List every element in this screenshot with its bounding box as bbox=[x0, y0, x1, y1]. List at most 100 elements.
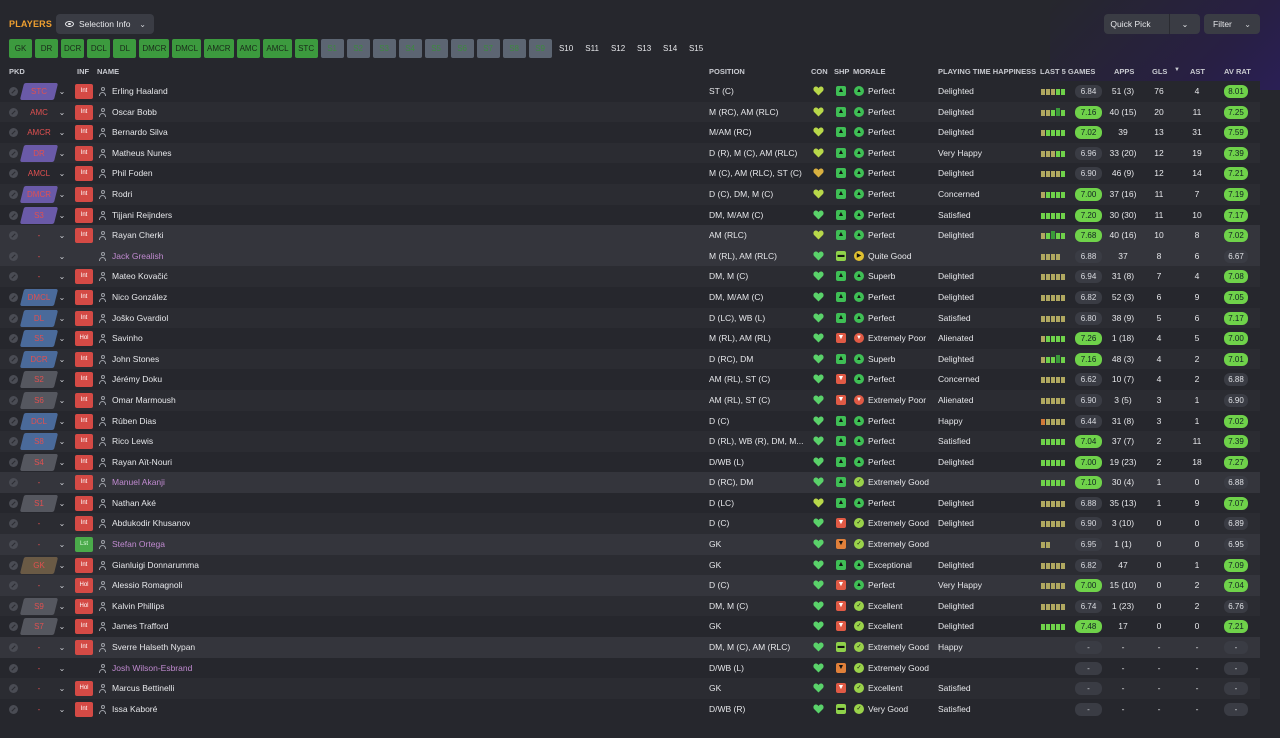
pick-check-icon[interactable] bbox=[9, 128, 18, 138]
position-tab-s14[interactable]: S14 bbox=[659, 39, 682, 58]
chevron-down-icon[interactable]: ⌄ bbox=[57, 433, 67, 450]
table-row[interactable]: S4 ⌄ Int Rayan Aït-Nouri D/WB (L) ▲ ▲ Perfect De… bbox=[0, 451, 1260, 473]
info-badge[interactable]: Int bbox=[75, 310, 93, 326]
table-row[interactable]: - ⌄ Int Issa Kaboré D/WB (R) ▬ ✓ Very Good Satis… bbox=[0, 698, 1260, 720]
pick-check-icon[interactable] bbox=[9, 457, 18, 467]
pick-check-icon[interactable] bbox=[9, 251, 18, 261]
position-picker[interactable]: - ⌄ bbox=[22, 515, 68, 532]
table-row[interactable]: DMCL ⌄ Int Nico González DM, M/AM (C) ▲ ▲ Perfe… bbox=[0, 286, 1260, 308]
pick-check-icon[interactable] bbox=[9, 292, 18, 302]
player-name[interactable]: John Stones bbox=[112, 349, 159, 370]
position-picker[interactable]: DMCR ⌄ bbox=[19, 185, 68, 203]
pick-check-icon[interactable] bbox=[9, 684, 18, 694]
info-badge[interactable]: Int bbox=[75, 619, 93, 635]
info-badge[interactable]: Int bbox=[75, 475, 93, 491]
chevron-down-icon[interactable]: ⌄ bbox=[57, 474, 67, 491]
col-apps[interactable]: APPS bbox=[1114, 67, 1134, 76]
chevron-down-icon[interactable]: ⌄ bbox=[57, 515, 67, 532]
selection-info-button[interactable]: Selection Info ⌄ bbox=[56, 14, 154, 34]
col-inf[interactable]: INF bbox=[77, 67, 89, 76]
chevron-down-icon[interactable]: ⌄ bbox=[57, 289, 67, 306]
table-row[interactable]: - ⌄ Hol Marcus Bettinelli GK ▼ ✓ Excellent Satis… bbox=[0, 678, 1260, 699]
position-tab-dmcr[interactable]: DMCR bbox=[139, 39, 170, 58]
col-gls[interactable]: GLS bbox=[1152, 67, 1167, 76]
pick-check-icon[interactable] bbox=[9, 169, 18, 179]
table-row[interactable]: STC ⌄ Int Erling Haaland ST (C) ▲ ▲ Perfect Deli… bbox=[0, 81, 1260, 102]
player-name[interactable]: Rayan Aït-Nouri bbox=[112, 452, 172, 473]
info-badge[interactable]: Int bbox=[75, 392, 93, 408]
table-row[interactable]: - ⌄ Josh Wilson-Esbrand D/WB (L) ▼ ✓ Extremely… bbox=[0, 657, 1260, 679]
position-tab-s11[interactable]: S11 bbox=[581, 39, 604, 58]
position-tab-dr[interactable]: DR bbox=[35, 39, 58, 58]
chevron-down-icon[interactable]: ⌄ bbox=[57, 186, 67, 203]
info-badge[interactable]: Int bbox=[75, 289, 93, 305]
info-badge[interactable]: Int bbox=[75, 640, 93, 656]
info-badge[interactable]: Int bbox=[75, 372, 93, 388]
position-tab-s13[interactable]: S13 bbox=[633, 39, 656, 58]
table-row[interactable]: - ⌄ Int Sverre Halseth Nypan DM, M (C), AM (… bbox=[0, 637, 1260, 658]
pick-check-icon[interactable] bbox=[9, 148, 18, 158]
player-name[interactable]: Omar Marmoush bbox=[112, 390, 176, 411]
player-name[interactable]: Alessio Romagnoli bbox=[112, 575, 182, 596]
position-picker[interactable]: S9 ⌄ bbox=[19, 597, 68, 615]
pick-check-icon[interactable] bbox=[9, 704, 18, 714]
info-badge[interactable]: Int bbox=[75, 269, 93, 285]
table-row[interactable]: AMCL ⌄ Int Phil Foden M (C), AM (RLC), ST (C… bbox=[0, 163, 1260, 184]
table-row[interactable]: AMCR ⌄ Int Bernardo Silva M/AM (RC) ▲ ▲ Perfect… bbox=[0, 122, 1260, 143]
player-name[interactable]: Kalvin Phillips bbox=[112, 596, 164, 617]
col-position[interactable]: POSITION bbox=[709, 67, 745, 76]
info-badge[interactable]: Int bbox=[75, 104, 93, 120]
info-badge[interactable]: Int bbox=[75, 186, 93, 202]
position-picker[interactable]: DL ⌄ bbox=[19, 309, 68, 327]
chevron-down-icon[interactable]: ⌄ bbox=[57, 165, 67, 182]
info-badge[interactable]: Hol bbox=[75, 598, 93, 614]
chevron-down-icon[interactable]: ⌄ bbox=[57, 392, 67, 409]
position-picker[interactable]: DCL ⌄ bbox=[19, 412, 68, 430]
table-row[interactable]: DCR ⌄ Int John Stones D (RC), DM ▲ ▲ Superb Deli… bbox=[0, 348, 1260, 370]
info-badge[interactable]: Int bbox=[75, 413, 93, 429]
table-row[interactable]: DL ⌄ Int Joško Gvardiol D (LC), WB (L) ▲ ▲ Perf… bbox=[0, 307, 1260, 329]
table-row[interactable]: - ⌄ Int Abdukodir Khusanov D (C) ▼ ✓ Extremely … bbox=[0, 513, 1260, 535]
player-name[interactable]: Sverre Halseth Nypan bbox=[112, 637, 195, 658]
chevron-down-icon[interactable]: ⌄ bbox=[57, 248, 67, 265]
filter-button[interactable]: Filter ⌄ bbox=[1204, 14, 1260, 34]
player-name[interactable]: Manuel Akanji bbox=[112, 472, 165, 493]
player-name[interactable]: Bernardo Silva bbox=[112, 122, 168, 143]
chevron-down-icon[interactable]: ⌄ bbox=[57, 618, 67, 635]
position-tab-stc[interactable]: STC bbox=[294, 39, 318, 58]
player-name[interactable]: Issa Kaboré bbox=[112, 699, 157, 720]
position-tab-amcl[interactable]: AMCL bbox=[263, 39, 292, 58]
table-row[interactable]: S1 ⌄ Int Nathan Aké D (LC) ▲ ▲ Perfect Delighted… bbox=[0, 492, 1260, 514]
chevron-down-icon[interactable]: ⌄ bbox=[57, 310, 67, 327]
chevron-down-icon[interactable]: ⌄ bbox=[57, 413, 67, 430]
position-tab-amcr[interactable]: AMCR bbox=[204, 39, 234, 58]
position-picker[interactable]: S4 ⌄ bbox=[19, 453, 68, 471]
info-badge[interactable]: Int bbox=[75, 84, 93, 99]
chevron-down-icon[interactable]: ⌄ bbox=[57, 598, 67, 615]
position-picker[interactable]: - ⌄ bbox=[22, 227, 68, 244]
position-picker[interactable]: - ⌄ bbox=[22, 577, 68, 594]
table-row[interactable]: S5 ⌄ Hol Savinho M (RL), AM (RL) ▼ ▼ Extremely … bbox=[0, 328, 1260, 349]
player-name[interactable]: Abdukodir Khusanov bbox=[112, 513, 190, 534]
player-name[interactable]: Nico González bbox=[112, 287, 167, 308]
position-tab-s9[interactable]: S9 bbox=[528, 39, 552, 58]
player-name[interactable]: Rúben Dias bbox=[112, 411, 156, 432]
table-row[interactable]: S7 ⌄ Int James Trafford GK ▼ ✓ Excellent Delight… bbox=[0, 616, 1260, 638]
info-badge[interactable]: Int bbox=[75, 228, 93, 244]
table-row[interactable]: S2 ⌄ Int Jérémy Doku AM (RL), ST (C) ▼ ▲ Perfec… bbox=[0, 369, 1260, 390]
player-name[interactable]: Mateo Kovačić bbox=[112, 266, 168, 287]
position-picker[interactable]: S6 ⌄ bbox=[19, 391, 68, 409]
info-badge[interactable]: Int bbox=[75, 516, 93, 532]
info-badge[interactable]: Int bbox=[75, 557, 93, 573]
info-badge[interactable]: Hol bbox=[75, 578, 93, 594]
player-name[interactable]: Savinho bbox=[112, 328, 143, 349]
position-picker[interactable]: GK ⌄ bbox=[19, 556, 68, 574]
pick-check-icon[interactable] bbox=[9, 622, 18, 632]
table-row[interactable]: S8 ⌄ Int Rico Lewis D (RL), WB (R), DM, M...… bbox=[0, 431, 1260, 452]
table-row[interactable]: AMC ⌄ Int Oscar Bobb M (RC), AM (RLC) ▲ ▲ Perfe… bbox=[0, 101, 1260, 123]
table-row[interactable]: DMCR ⌄ Int Rodri D (C), DM, M (C) ▲ ▲ Perfect Co… bbox=[0, 183, 1260, 205]
pick-check-icon[interactable] bbox=[9, 478, 18, 488]
chevron-down-icon[interactable]: ⌄ bbox=[57, 104, 67, 121]
chevron-down-icon[interactable]: ⌄ bbox=[57, 83, 67, 100]
col-last5[interactable]: LAST 5 GAMES bbox=[1040, 67, 1095, 76]
